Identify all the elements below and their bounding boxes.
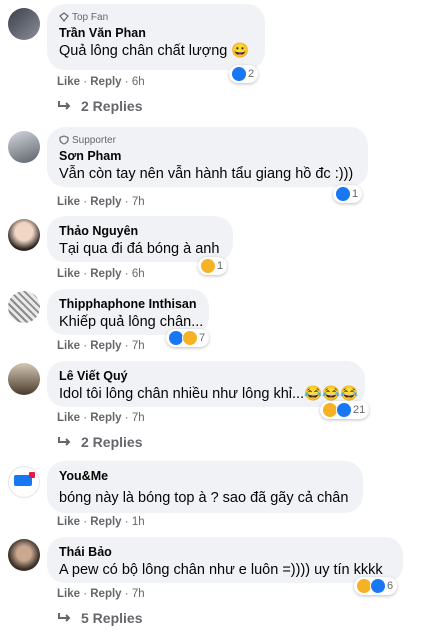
reaction-summary[interactable]: 1: [198, 257, 228, 275]
reaction-summary[interactable]: 21: [320, 401, 370, 419]
comment-actions: Like · Reply · 7h: [57, 412, 145, 424]
timestamp[interactable]: 7h: [132, 196, 145, 208]
comment-text: Quả lông chân chất lượng 😀: [59, 43, 250, 59]
view-replies[interactable]: 5 Replies: [57, 610, 142, 626]
comment-text: Tại qua đi đá bóng à anh: [59, 241, 220, 257]
commenter-name[interactable]: Sơn Pham: [59, 148, 356, 164]
like-button[interactable]: Like: [57, 412, 80, 424]
comment-text: Idol tôi lông chân nhiều như lông khỉ...…: [59, 386, 359, 402]
like-reaction-icon: [336, 402, 352, 418]
reply-arrow-icon: [58, 101, 71, 110]
shield-icon: [59, 135, 69, 145]
avatar[interactable]: [8, 291, 40, 323]
timestamp[interactable]: 1h: [132, 516, 145, 528]
comment-actions: Like · Reply · 7h: [57, 196, 145, 208]
avatar[interactable]: [8, 8, 40, 40]
reaction-summary[interactable]: 6: [354, 577, 398, 595]
like-button[interactable]: Like: [57, 516, 80, 528]
avatar[interactable]: [8, 466, 40, 498]
comment-text: A pew có bộ lông chân như e luôn =)))) u…: [59, 562, 383, 578]
commenter-name[interactable]: Lê Viết Quý: [59, 368, 353, 384]
avatar[interactable]: [8, 131, 40, 163]
supporter-badge: Supporter: [59, 134, 356, 146]
reply-button[interactable]: Reply: [90, 268, 121, 280]
comment-actions: Like · Reply · 7h: [57, 340, 145, 352]
like-reaction-icon: [335, 186, 351, 202]
commenter-name[interactable]: Trần Văn Phan: [59, 25, 253, 41]
commenter-name[interactable]: Thái Bảo: [59, 544, 391, 560]
comment-bubble: Top Fan Trần Văn Phan Quả lông chân chất…: [47, 4, 265, 70]
view-replies[interactable]: 2 Replies: [57, 434, 142, 450]
timestamp[interactable]: 7h: [132, 340, 145, 352]
comment-bubble: Lê Viết Quý Idol tôi lông chân nhiều như…: [47, 361, 365, 407]
comment-actions: Like · Reply · 6h: [57, 268, 145, 280]
reply-button[interactable]: Reply: [90, 340, 121, 352]
like-reaction-icon: [231, 66, 247, 82]
timestamp[interactable]: 7h: [132, 588, 145, 600]
comment-text: bóng này là bóng top à ? sao đã gãy cả c…: [59, 490, 349, 506]
comment-text: Vẫn còn tay nên vẫn hành tẩu giang hồ đc…: [59, 166, 354, 182]
like-button[interactable]: Like: [57, 588, 80, 600]
comment-actions: Like · Reply · 1h: [57, 516, 145, 528]
reaction-summary[interactable]: 2: [229, 65, 259, 83]
reply-arrow-icon: [58, 437, 71, 446]
reply-button[interactable]: Reply: [90, 588, 121, 600]
comment-bubble: Thảo Nguyên Tại qua đi đá bóng à anh: [47, 216, 233, 262]
reaction-summary[interactable]: 7: [166, 329, 210, 347]
like-reaction-icon: [370, 578, 386, 594]
comment-bubble: Thái Bảo A pew có bộ lông chân như e luô…: [47, 537, 403, 583]
reply-button[interactable]: Reply: [90, 76, 121, 88]
diamond-icon: [59, 12, 69, 22]
commenter-name[interactable]: You&Me: [59, 468, 351, 484]
comment-bubble: Supporter Sơn Pham Vẫn còn tay nên vẫn h…: [47, 127, 368, 187]
reply-button[interactable]: Reply: [90, 196, 121, 208]
comment-actions: Like · Reply · 7h: [57, 588, 145, 600]
haha-reaction-icon: [200, 258, 216, 274]
commenter-name[interactable]: Thipphaphone Inthisan: [59, 296, 197, 312]
timestamp[interactable]: 6h: [132, 76, 145, 88]
reply-arrow-icon: [58, 613, 71, 622]
timestamp[interactable]: 6h: [132, 268, 145, 280]
avatar[interactable]: [8, 539, 40, 571]
like-button[interactable]: Like: [57, 76, 80, 88]
comment-bubble: You&Me bóng này là bóng top à ? sao đã g…: [47, 461, 363, 513]
reaction-summary[interactable]: 1: [333, 185, 363, 203]
avatar[interactable]: [8, 363, 40, 395]
like-button[interactable]: Like: [57, 268, 80, 280]
top-fan-badge: Top Fan: [59, 11, 253, 23]
like-button[interactable]: Like: [57, 196, 80, 208]
like-button[interactable]: Like: [57, 340, 80, 352]
haha-reaction-icon: [182, 330, 198, 346]
view-replies[interactable]: 2 Replies: [57, 98, 142, 114]
reply-button[interactable]: Reply: [90, 412, 121, 424]
avatar[interactable]: [8, 219, 40, 251]
timestamp[interactable]: 7h: [132, 412, 145, 424]
comment-actions: Like · Reply · 6h: [57, 76, 145, 88]
commenter-name[interactable]: Thảo Nguyên: [59, 223, 221, 239]
reply-button[interactable]: Reply: [90, 516, 121, 528]
